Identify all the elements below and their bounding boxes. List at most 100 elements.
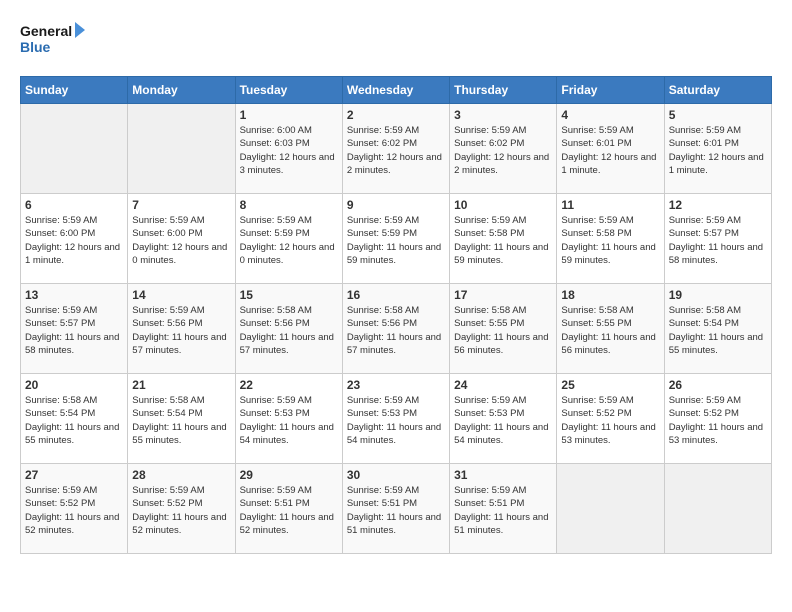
day-info: Sunrise: 5:59 AM Sunset: 5:52 PM Dayligh… <box>132 484 230 537</box>
day-number: 8 <box>240 198 338 212</box>
day-number: 1 <box>240 108 338 122</box>
day-number: 12 <box>669 198 767 212</box>
calendar-cell: 31 Sunrise: 5:59 AM Sunset: 5:51 PM Dayli… <box>450 464 557 554</box>
day-info: Sunrise: 5:58 AM Sunset: 5:55 PM Dayligh… <box>561 304 659 357</box>
logo: GeneralBlue <box>20 20 90 60</box>
day-number: 10 <box>454 198 552 212</box>
day-number: 24 <box>454 378 552 392</box>
day-number: 4 <box>561 108 659 122</box>
calendar-cell: 30Sunrise: 5:59 AM Sunset: 5:51 PM Dayli… <box>342 464 449 554</box>
calendar-cell: 1 Sunrise: 6:00 AM Sunset: 6:03 PM Daylig… <box>235 104 342 194</box>
calendar-cell: 4 Sunrise: 5:59 AM Sunset: 6:01 PM Daylig… <box>557 104 664 194</box>
calendar-cell: 19Sunrise: 5:58 AM Sunset: 5:54 PM Dayli… <box>664 284 771 374</box>
day-number: 3 <box>454 108 552 122</box>
calendar-cell: 6 Sunrise: 5:59 AM Sunset: 6:00 PM Daylig… <box>21 194 128 284</box>
calendar-cell: 23 Sunrise: 5:59 AM Sunset: 5:53 PM Dayli… <box>342 374 449 464</box>
day-number: 28 <box>132 468 230 482</box>
logo-svg: GeneralBlue <box>20 20 90 60</box>
calendar-cell <box>664 464 771 554</box>
day-info: Sunrise: 5:59 AM Sunset: 6:00 PM Dayligh… <box>132 214 230 267</box>
day-info: Sunrise: 5:58 AM Sunset: 5:55 PM Dayligh… <box>454 304 552 357</box>
day-number: 23 <box>347 378 445 392</box>
day-number: 29 <box>240 468 338 482</box>
calendar-cell: 14 Sunrise: 5:59 AM Sunset: 5:56 PM Dayli… <box>128 284 235 374</box>
day-info: Sunrise: 5:58 AM Sunset: 5:54 PM Dayligh… <box>25 394 123 447</box>
day-info: Sunrise: 5:58 AM Sunset: 5:54 PM Dayligh… <box>132 394 230 447</box>
day-number: 15 <box>240 288 338 302</box>
calendar-cell: 2 Sunrise: 5:59 AM Sunset: 6:02 PM Daylig… <box>342 104 449 194</box>
day-number: 6 <box>25 198 123 212</box>
day-info: Sunrise: 5:59 AM Sunset: 5:52 PM Dayligh… <box>561 394 659 447</box>
calendar-cell: 12 Sunrise: 5:59 AM Sunset: 5:57 PM Dayli… <box>664 194 771 284</box>
weekday-header: Saturday <box>664 77 771 104</box>
calendar-cell: 8 Sunrise: 5:59 AM Sunset: 5:59 PM Daylig… <box>235 194 342 284</box>
weekday-header: Monday <box>128 77 235 104</box>
day-info: Sunrise: 5:59 AM Sunset: 6:02 PM Dayligh… <box>347 124 445 177</box>
page-header: GeneralBlue <box>20 20 772 60</box>
calendar-cell: 24Sunrise: 5:59 AM Sunset: 5:53 PM Dayli… <box>450 374 557 464</box>
calendar-cell: 16Sunrise: 5:58 AM Sunset: 5:56 PM Dayli… <box>342 284 449 374</box>
day-number: 22 <box>240 378 338 392</box>
calendar-cell: 15 Sunrise: 5:58 AM Sunset: 5:56 PM Dayli… <box>235 284 342 374</box>
calendar-cell: 22 Sunrise: 5:59 AM Sunset: 5:53 PM Dayli… <box>235 374 342 464</box>
day-number: 25 <box>561 378 659 392</box>
day-info: Sunrise: 5:58 AM Sunset: 5:56 PM Dayligh… <box>347 304 445 357</box>
day-info: Sunrise: 5:59 AM Sunset: 6:00 PM Dayligh… <box>25 214 123 267</box>
calendar-week-row: 20 Sunrise: 5:58 AM Sunset: 5:54 PM Dayli… <box>21 374 772 464</box>
calendar-cell: 26 Sunrise: 5:59 AM Sunset: 5:52 PM Dayli… <box>664 374 771 464</box>
day-number: 21 <box>132 378 230 392</box>
day-info: Sunrise: 6:00 AM Sunset: 6:03 PM Dayligh… <box>240 124 338 177</box>
day-info: Sunrise: 5:59 AM Sunset: 5:57 PM Dayligh… <box>25 304 123 357</box>
weekday-header: Sunday <box>21 77 128 104</box>
day-number: 11 <box>561 198 659 212</box>
svg-text:General: General <box>20 23 72 39</box>
calendar-cell: 18Sunrise: 5:58 AM Sunset: 5:55 PM Dayli… <box>557 284 664 374</box>
calendar-cell: 20 Sunrise: 5:58 AM Sunset: 5:54 PM Dayli… <box>21 374 128 464</box>
calendar-week-row: 13 Sunrise: 5:59 AM Sunset: 5:57 PM Dayli… <box>21 284 772 374</box>
day-number: 17 <box>454 288 552 302</box>
calendar-cell: 27Sunrise: 5:59 AM Sunset: 5:52 PM Dayli… <box>21 464 128 554</box>
day-number: 27 <box>25 468 123 482</box>
weekday-header: Tuesday <box>235 77 342 104</box>
weekday-header-row: SundayMondayTuesdayWednesdayThursdayFrid… <box>21 77 772 104</box>
day-info: Sunrise: 5:59 AM Sunset: 5:58 PM Dayligh… <box>561 214 659 267</box>
day-info: Sunrise: 5:59 AM Sunset: 5:51 PM Dayligh… <box>347 484 445 537</box>
day-number: 2 <box>347 108 445 122</box>
day-info: Sunrise: 5:59 AM Sunset: 6:01 PM Dayligh… <box>669 124 767 177</box>
calendar-cell <box>128 104 235 194</box>
day-info: Sunrise: 5:58 AM Sunset: 5:54 PM Dayligh… <box>669 304 767 357</box>
day-number: 5 <box>669 108 767 122</box>
weekday-header: Friday <box>557 77 664 104</box>
calendar-cell: 29 Sunrise: 5:59 AM Sunset: 5:51 PM Dayli… <box>235 464 342 554</box>
day-info: Sunrise: 5:59 AM Sunset: 5:51 PM Dayligh… <box>454 484 552 537</box>
day-number: 26 <box>669 378 767 392</box>
calendar-week-row: 6 Sunrise: 5:59 AM Sunset: 6:00 PM Daylig… <box>21 194 772 284</box>
day-number: 9 <box>347 198 445 212</box>
day-info: Sunrise: 5:59 AM Sunset: 5:53 PM Dayligh… <box>240 394 338 447</box>
day-info: Sunrise: 5:59 AM Sunset: 5:56 PM Dayligh… <box>132 304 230 357</box>
day-info: Sunrise: 5:58 AM Sunset: 5:56 PM Dayligh… <box>240 304 338 357</box>
calendar-cell: 5 Sunrise: 5:59 AM Sunset: 6:01 PM Daylig… <box>664 104 771 194</box>
calendar-cell: 10Sunrise: 5:59 AM Sunset: 5:58 PM Dayli… <box>450 194 557 284</box>
calendar-week-row: 27 Sunrise: 5:59 AM Sunset: 5:52 PM Dayli… <box>21 464 772 554</box>
calendar-cell: 11 Sunrise: 5:59 AM Sunset: 5:58 PM Dayli… <box>557 194 664 284</box>
day-info: Sunrise: 5:59 AM Sunset: 5:51 PM Dayligh… <box>240 484 338 537</box>
calendar-cell: 9 Sunrise: 5:59 AM Sunset: 5:59 PM Daylig… <box>342 194 449 284</box>
day-number: 14 <box>132 288 230 302</box>
calendar-cell: 3 Sunrise: 5:59 AM Sunset: 6:02 PM Daylig… <box>450 104 557 194</box>
weekday-header: Wednesday <box>342 77 449 104</box>
day-number: 13 <box>25 288 123 302</box>
calendar-cell: 7 Sunrise: 5:59 AM Sunset: 6:00 PM Daylig… <box>128 194 235 284</box>
day-info: Sunrise: 5:59 AM Sunset: 5:59 PM Dayligh… <box>347 214 445 267</box>
day-info: Sunrise: 5:59 AM Sunset: 6:01 PM Dayligh… <box>561 124 659 177</box>
day-info: Sunrise: 5:59 AM Sunset: 5:59 PM Dayligh… <box>240 214 338 267</box>
day-info: Sunrise: 5:59 AM Sunset: 5:57 PM Dayligh… <box>669 214 767 267</box>
day-number: 31 <box>454 468 552 482</box>
day-info: Sunrise: 5:59 AM Sunset: 5:52 PM Dayligh… <box>669 394 767 447</box>
calendar-week-row: 1 Sunrise: 6:00 AM Sunset: 6:03 PM Daylig… <box>21 104 772 194</box>
day-info: Sunrise: 5:59 AM Sunset: 5:53 PM Dayligh… <box>347 394 445 447</box>
calendar-cell: 21 Sunrise: 5:58 AM Sunset: 5:54 PM Dayli… <box>128 374 235 464</box>
day-number: 20 <box>25 378 123 392</box>
day-number: 7 <box>132 198 230 212</box>
day-info: Sunrise: 5:59 AM Sunset: 6:02 PM Dayligh… <box>454 124 552 177</box>
